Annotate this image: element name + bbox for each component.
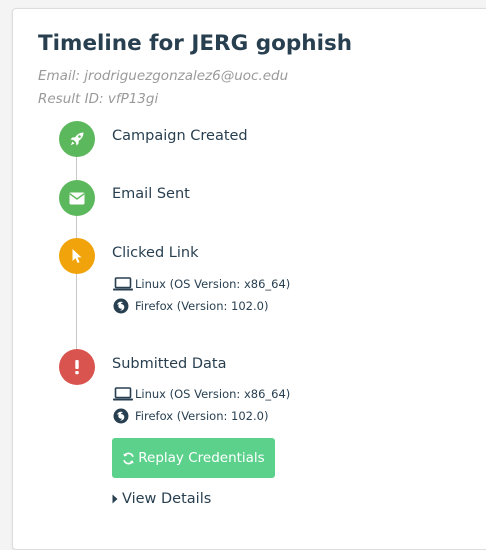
browser-text: Firefox (Version: 102.0) <box>135 299 269 313</box>
laptop-icon <box>113 387 133 401</box>
event-label-campaign-created: Campaign Created <box>112 128 248 144</box>
rocket-icon <box>59 121 95 157</box>
event-label-clicked-link: Clicked Link <box>112 245 199 261</box>
caret-right-icon <box>112 494 118 504</box>
browser-detail: Firefox (Version: 102.0) <box>113 408 268 424</box>
envelope-icon <box>59 180 95 216</box>
exclamation-icon <box>59 349 95 385</box>
browser-detail: Firefox (Version: 102.0) <box>113 298 268 314</box>
timeline-title: Timeline for JERG gophish <box>38 31 353 56</box>
os-detail: Linux (OS Version: x86_64) <box>113 277 290 291</box>
os-text: Linux (OS Version: x86_64) <box>135 387 291 401</box>
pointer-icon <box>59 238 95 274</box>
timeline-panel: Timeline for JERG gophish Email: jrodrig… <box>12 8 486 550</box>
replay-credentials-label: Replay Credentials <box>138 450 265 466</box>
replay-credentials-button[interactable]: Replay Credentials <box>112 438 275 478</box>
firefox-icon <box>113 298 133 314</box>
event-label-submitted-data: Submitted Data <box>112 356 227 372</box>
view-details-toggle[interactable]: View Details <box>112 491 211 507</box>
recipient-email: Email: jrodriguezgonzalez6@uoc.edu <box>38 68 289 84</box>
laptop-icon <box>113 277 133 291</box>
browser-text: Firefox (Version: 102.0) <box>135 409 269 423</box>
os-text: Linux (OS Version: x86_64) <box>135 277 291 291</box>
refresh-icon <box>123 452 135 464</box>
firefox-icon <box>113 408 133 424</box>
result-id: Result ID: vfP13gi <box>38 91 159 107</box>
os-detail: Linux (OS Version: x86_64) <box>113 387 290 401</box>
event-label-email-sent: Email Sent <box>112 186 190 202</box>
view-details-label: View Details <box>122 491 212 507</box>
